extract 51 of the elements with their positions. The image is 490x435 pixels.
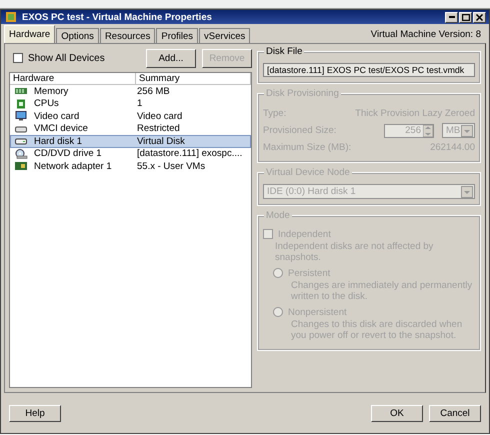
help-button[interactable]: Help (9, 404, 61, 422)
cd-drive-icon (14, 148, 28, 159)
close-button[interactable] (473, 12, 486, 22)
disk-file-field[interactable]: [datastore.111] EXOS PC test/EXOS PC test.vmdk (263, 63, 475, 77)
tab[interactable]: Profiles (156, 28, 198, 43)
table-row[interactable]: CPUs 1 (10, 98, 251, 110)
monitor-icon (14, 111, 28, 122)
table-cell: CD/DVD drive 1 (34, 148, 102, 160)
table-cell-text: 256 MB (137, 86, 171, 97)
tab[interactable]: Resources (100, 28, 156, 43)
tab[interactable]: vServices (199, 28, 250, 43)
chip-icon (14, 98, 28, 109)
maximize-button[interactable] (459, 12, 472, 22)
maximize-icon (462, 14, 470, 20)
table-cell-text: [datastore.111] exospc.... (137, 148, 244, 160)
group-title: Disk File (264, 46, 304, 57)
table-row[interactable]: Memory 256 MB (10, 85, 251, 98)
table-cell: Network adapter 1 (34, 160, 112, 172)
network-card-icon (14, 161, 28, 172)
table-cell-text: 55.x - User VMs (137, 160, 206, 172)
column-header[interactable]: Hardware (10, 73, 136, 84)
table-cell-text: Virtual Disk (137, 136, 186, 147)
add-button[interactable]: Add... (146, 48, 196, 68)
table-cell: Video card (34, 110, 80, 122)
table-row[interactable]: Hard disk 1 Virtual Disk (10, 135, 251, 148)
minimize-icon (448, 16, 454, 18)
ok-button[interactable]: OK (371, 404, 423, 422)
table-row[interactable]: CD/DVD drive 1 [datastore.111] exospc.... (10, 148, 251, 160)
table-cell-text: Video card (137, 110, 184, 122)
version-label: Virtual Machine Version: 8 (370, 29, 482, 42)
show-all-devices-checkbox[interactable]: Show All Devices (9, 52, 140, 64)
column-header[interactable]: Summary (136, 73, 251, 84)
spinner-arrows-icon (423, 124, 433, 136)
tab[interactable]: Options (56, 28, 99, 43)
app-icon (4, 12, 18, 22)
close-icon (476, 14, 483, 20)
memory-chip-icon (14, 86, 28, 96)
table-cell: Memory (34, 86, 68, 97)
table-cell: VMCI device (34, 123, 88, 134)
table-row[interactable]: VMCI device Restricted (10, 122, 251, 135)
table-row[interactable]: Network adapter 1 55.x - User VMs (10, 160, 251, 172)
table-cell: Hard disk 1 (34, 136, 82, 147)
tab[interactable]: Hardware (4, 25, 56, 43)
window-title: EXOS PC test - Virtual Machine Properties (22, 12, 213, 22)
table-cell-text: 1 (137, 98, 144, 110)
table-cell-text: Restricted (137, 123, 181, 134)
table-cell: CPUs (34, 98, 59, 110)
minimize-button[interactable] (445, 12, 458, 22)
device-icon (14, 124, 28, 134)
table-row[interactable]: Video card Video card (10, 110, 251, 122)
cancel-button[interactable]: Cancel (429, 404, 481, 422)
